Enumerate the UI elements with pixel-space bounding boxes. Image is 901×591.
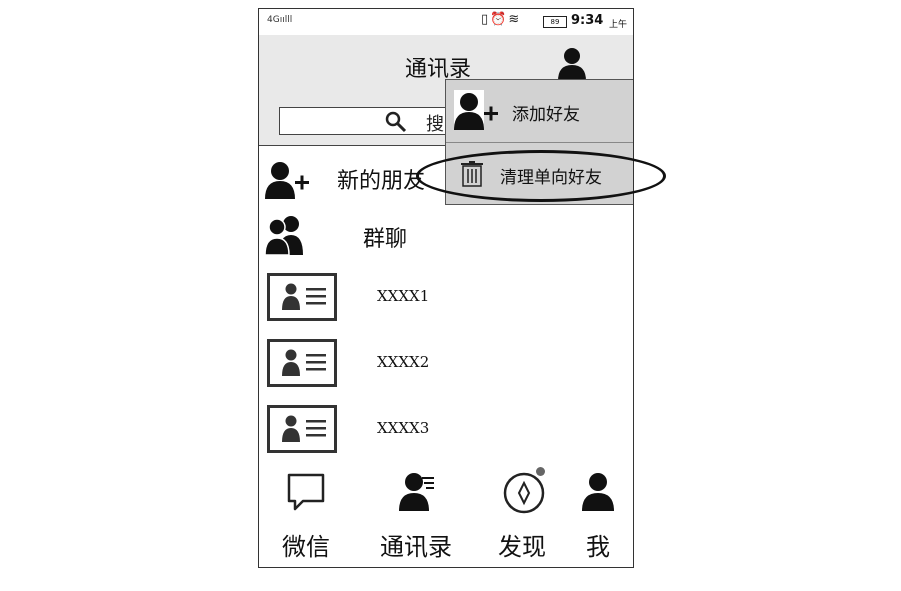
- compass-icon: [503, 472, 545, 514]
- tab-label: 我: [586, 533, 610, 561]
- clock-time: 9:34: [571, 13, 604, 28]
- add-friend-icon: [265, 162, 309, 199]
- vibrate-icon: ▯: [481, 12, 491, 27]
- menu-item-add-friend[interactable]: 添加好友: [446, 80, 633, 140]
- contact-row[interactable]: XXXX2: [259, 337, 633, 389]
- wifi-icon: ≋: [508, 12, 522, 27]
- tab-bar: 微信 通讯录 发现 我: [259, 463, 633, 567]
- contact-card-icon: [267, 273, 337, 321]
- contact-card-icon: [267, 339, 337, 387]
- clock-ampm: 上午: [609, 20, 628, 30]
- popup-menu: 添加好友 清理单向好友: [445, 79, 633, 205]
- battery-icon: 89: [543, 16, 567, 28]
- group-chat-row[interactable]: 群聊: [259, 209, 633, 261]
- tab-me[interactable]: 我: [553, 463, 633, 567]
- avatar-icon[interactable]: [555, 45, 589, 81]
- alarm-icon: ⏰: [490, 12, 509, 27]
- new-friends-label: 新的朋友: [337, 169, 426, 194]
- group-icon: [264, 216, 303, 255]
- notification-dot: [536, 467, 545, 476]
- contact-name: XXXX1: [377, 287, 430, 305]
- contact-name: XXXX3: [377, 419, 430, 437]
- tab-label: 微信: [282, 533, 330, 561]
- phone-screen: 4Gıılll ▯⏰≋ 89 9:34 上午 通讯录 搜 新的朋友 群聊 XXX…: [258, 8, 634, 568]
- menu-item-clear-one-way-friends[interactable]: 清理单向好友: [446, 142, 633, 203]
- trash-icon: [461, 161, 483, 187]
- chat-icon: [287, 473, 325, 511]
- group-chat-label: 群聊: [363, 227, 408, 252]
- status-bar: 4Gıılll ▯⏰≋ 89 9:34 上午: [259, 9, 633, 36]
- search-placeholder: 搜: [426, 114, 444, 135]
- contact-name: XXXX2: [377, 353, 430, 371]
- contact-row[interactable]: XXXX3: [259, 403, 633, 455]
- menu-item-label: 清理单向好友: [500, 168, 602, 188]
- contacts-icon: [399, 473, 434, 511]
- menu-item-label: 添加好友: [512, 105, 580, 125]
- signal-icon: 4Gıılll: [267, 15, 293, 25]
- contact-row[interactable]: XXXX1: [259, 271, 633, 323]
- tab-label: 通讯录: [380, 533, 452, 561]
- tab-wechat[interactable]: 微信: [261, 463, 351, 567]
- tab-contacts[interactable]: 通讯录: [371, 463, 461, 567]
- contact-card-icon: [267, 405, 337, 453]
- search-icon: [385, 111, 407, 133]
- me-icon: [582, 473, 614, 511]
- add-friend-icon: [454, 90, 498, 130]
